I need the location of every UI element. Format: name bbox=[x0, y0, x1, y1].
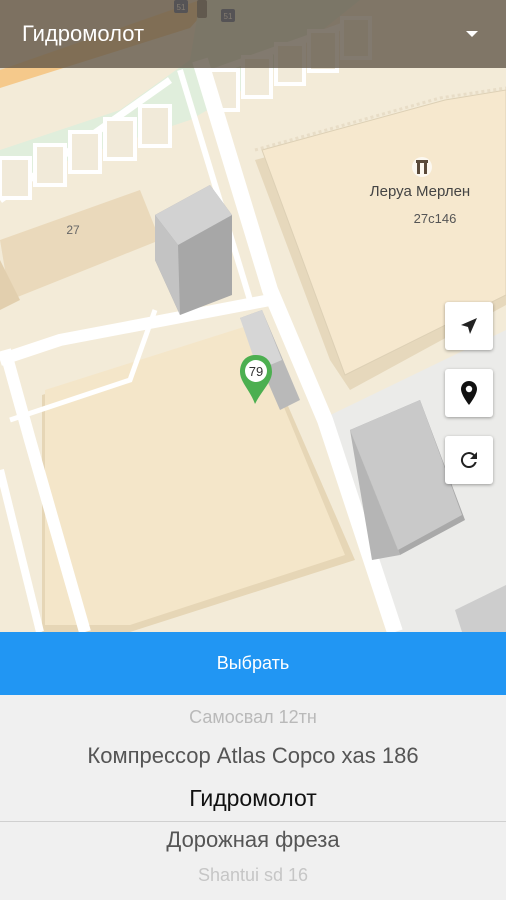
select-button[interactable]: Выбрать bbox=[0, 632, 506, 695]
picker-item[interactable]: Самосвал 12тн bbox=[0, 707, 506, 728]
picker-item-selected[interactable]: Гидромолот bbox=[0, 785, 506, 812]
selected-equipment-title[interactable]: Гидромолот bbox=[22, 21, 144, 47]
pin-button[interactable] bbox=[445, 369, 493, 417]
picker-divider bbox=[0, 821, 506, 822]
house-number-27: 27 bbox=[66, 223, 80, 237]
chevron-down-icon[interactable] bbox=[466, 31, 478, 37]
refresh-icon bbox=[460, 452, 477, 469]
poi-house-number: 27с146 bbox=[414, 211, 457, 226]
top-bar[interactable]: Гидромолот bbox=[0, 0, 506, 68]
refresh-button[interactable] bbox=[445, 436, 493, 484]
picker-item[interactable]: Дорожная фреза bbox=[0, 827, 506, 853]
map-view[interactable]: 51 51 Леруа Мерлен 27с146 27 79 bbox=[0, 0, 506, 632]
locate-button[interactable] bbox=[445, 302, 493, 350]
map-canvas: 51 51 Леруа Мерлен 27с146 27 79 bbox=[0, 0, 506, 632]
navigation-arrow-icon bbox=[461, 318, 477, 334]
store-icon[interactable] bbox=[412, 157, 432, 177]
poi-name: Леруа Мерлен bbox=[370, 183, 470, 200]
equipment-picker[interactable]: Самосвал 12тн Компрессор Atlas Copco xas… bbox=[0, 695, 506, 900]
marker-label: 79 bbox=[249, 364, 263, 379]
picker-item[interactable]: Компрессор Atlas Copco xas 186 bbox=[0, 743, 506, 769]
picker-item[interactable]: Shantui sd 16 bbox=[0, 865, 506, 886]
map-pin-icon bbox=[461, 381, 477, 405]
